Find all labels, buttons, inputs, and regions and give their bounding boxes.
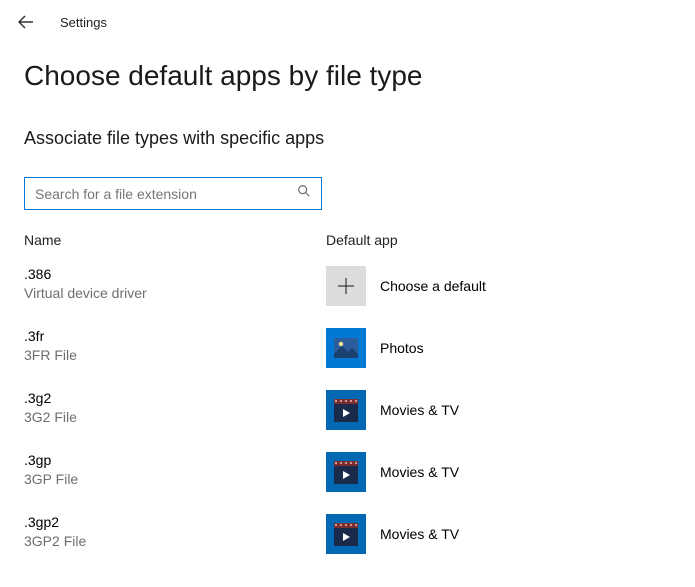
- default-app-button[interactable]: Choose a default: [326, 266, 486, 306]
- table-row: .3gp2 3GP2 File Movies & TV: [24, 514, 695, 554]
- table-row: .3fr 3FR File Photos: [24, 328, 695, 368]
- app-label: Choose a default: [380, 278, 486, 294]
- table-row: .386 Virtual device driver Choose a defa…: [24, 266, 695, 306]
- photos-icon: [326, 328, 366, 368]
- file-extension: .3gp2: [24, 514, 326, 530]
- app-label: Movies & TV: [380, 464, 459, 480]
- arrow-left-icon: [18, 14, 34, 30]
- file-type-cell: .3g2 3G2 File: [24, 390, 326, 425]
- file-extension: .3gp: [24, 452, 326, 468]
- movies-tv-icon: [326, 390, 366, 430]
- search-input[interactable]: [35, 186, 297, 202]
- file-type-cell: .3fr 3FR File: [24, 328, 326, 363]
- app-label: Photos: [380, 340, 424, 356]
- column-header-name: Name: [24, 232, 326, 248]
- file-description: 3GP File: [24, 471, 326, 487]
- table-row: .3gp 3GP File Movies & TV: [24, 452, 695, 492]
- column-header-app: Default app: [326, 232, 398, 248]
- page-title: Choose default apps by file type: [24, 60, 695, 92]
- header-title: Settings: [60, 15, 107, 30]
- plus-icon: [326, 266, 366, 306]
- file-type-cell: .3gp2 3GP2 File: [24, 514, 326, 549]
- default-app-button[interactable]: Photos: [326, 328, 424, 368]
- file-extension: .3fr: [24, 328, 326, 344]
- movies-tv-icon: [326, 452, 366, 492]
- app-label: Movies & TV: [380, 402, 459, 418]
- search-icon: [297, 184, 311, 203]
- file-extension: .386: [24, 266, 326, 282]
- header-bar: Settings: [0, 0, 695, 40]
- columns-header: Name Default app: [24, 232, 695, 248]
- page-subtitle: Associate file types with specific apps: [24, 128, 695, 149]
- search-box[interactable]: [24, 177, 322, 210]
- default-app-button[interactable]: Movies & TV: [326, 514, 459, 554]
- default-app-button[interactable]: Movies & TV: [326, 452, 459, 492]
- table-row: .3g2 3G2 File Movies & TV: [24, 390, 695, 430]
- file-description: 3FR File: [24, 347, 326, 363]
- back-button[interactable]: [16, 12, 36, 32]
- default-app-button[interactable]: Movies & TV: [326, 390, 459, 430]
- movies-tv-icon: [326, 514, 366, 554]
- file-description: Virtual device driver: [24, 285, 326, 301]
- file-extension: .3g2: [24, 390, 326, 406]
- file-description: 3GP2 File: [24, 533, 326, 549]
- app-label: Movies & TV: [380, 526, 459, 542]
- content-area: Choose default apps by file type Associa…: [0, 40, 695, 554]
- file-type-cell: .3gp 3GP File: [24, 452, 326, 487]
- file-description: 3G2 File: [24, 409, 326, 425]
- file-type-cell: .386 Virtual device driver: [24, 266, 326, 301]
